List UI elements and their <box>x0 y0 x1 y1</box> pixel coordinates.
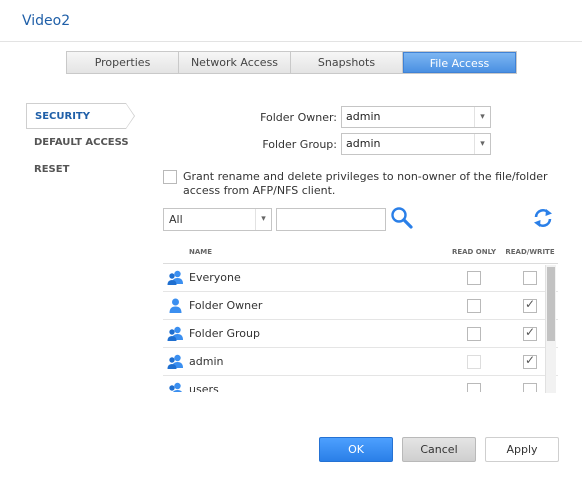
group-icon <box>163 270 189 285</box>
title-divider <box>0 41 582 42</box>
table-scrollbar[interactable] <box>545 265 556 393</box>
grant-privileges-label: Grant rename and delete privileges to no… <box>183 170 548 197</box>
filter-value: All <box>169 213 183 226</box>
row-name: admin <box>189 355 224 368</box>
read-write-checkbox[interactable] <box>523 382 537 392</box>
read-write-checkbox[interactable] <box>523 297 537 313</box>
read-write-checkbox[interactable] <box>523 270 537 285</box>
group-icon <box>163 382 189 392</box>
scrollbar-thumb[interactable] <box>547 267 555 341</box>
user-icon <box>163 298 189 313</box>
read-only-checkbox[interactable] <box>467 382 481 392</box>
table-row[interactable]: Folder Owner <box>163 292 558 320</box>
window-title: Video2 <box>22 13 71 29</box>
chevron-down-icon: ▾ <box>255 209 271 230</box>
tab-bar: Properties Network Access Snapshots File… <box>66 51 517 74</box>
folder-group-row: Folder Group: admin ▾ <box>227 133 491 155</box>
search-input[interactable] <box>276 208 386 231</box>
sidebar-item-security[interactable]: SECURITY <box>26 103 135 129</box>
folder-owner-value: admin <box>346 110 381 123</box>
folder-owner-label: Folder Owner: <box>260 110 337 124</box>
folder-group-value: admin <box>346 137 381 150</box>
apply-button[interactable]: Apply <box>485 437 559 462</box>
group-icon-graphic <box>167 326 183 341</box>
group-icon <box>163 326 189 341</box>
folder-owner-row: Folder Owner: admin ▾ <box>227 106 491 128</box>
table-row[interactable]: Folder Group <box>163 320 558 348</box>
row-name: users <box>189 383 219 392</box>
table-row[interactable]: Everyone <box>163 264 558 292</box>
sidebar: SECURITY DEFAULT ACCESS RESET <box>26 103 136 184</box>
read-write-checkbox[interactable] <box>523 325 537 341</box>
group-icon-graphic <box>169 382 182 392</box>
user-icon-graphic <box>169 298 182 313</box>
grant-privileges-option: Grant rename and delete privileges to no… <box>163 170 563 198</box>
table-header: NAME READ ONLY READ/WRITE <box>163 240 558 264</box>
read-only-cell <box>446 382 502 392</box>
chevron-down-icon: ▾ <box>474 107 490 127</box>
refresh-icon[interactable] <box>532 207 554 229</box>
row-name: Folder Owner <box>189 299 263 312</box>
chevron-down-icon: ▾ <box>474 134 490 154</box>
read-only-checkbox[interactable] <box>467 298 481 313</box>
grant-privileges-checkbox[interactable] <box>163 170 177 184</box>
sidebar-item-default-access[interactable]: DEFAULT ACCESS <box>26 130 136 156</box>
row-name: Everyone <box>189 271 241 284</box>
filter-select[interactable]: All ▾ <box>163 208 272 231</box>
column-header-read-write: READ/WRITE <box>505 247 555 256</box>
read-only-checkbox[interactable] <box>467 270 481 285</box>
tab-network-access[interactable]: Network Access <box>179 52 291 73</box>
permissions-table: NAME READ ONLY READ/WRITE Everyone Folder… <box>163 240 558 392</box>
search-icon[interactable] <box>390 206 414 230</box>
read-only-cell <box>446 326 502 341</box>
sidebar-item-reset[interactable]: RESET <box>26 157 136 183</box>
table-row[interactable]: users <box>163 376 558 392</box>
read-only-checkbox <box>467 354 481 369</box>
group-icon <box>163 354 189 369</box>
table-row[interactable]: admin <box>163 348 558 376</box>
read-only-cell <box>446 298 502 313</box>
read-only-checkbox[interactable] <box>467 326 481 341</box>
folder-group-select[interactable]: admin ▾ <box>341 133 491 155</box>
tab-properties[interactable]: Properties <box>67 52 179 73</box>
ok-button[interactable]: OK <box>319 437 393 462</box>
group-icon-graphic <box>167 354 183 369</box>
group-icon-graphic <box>167 270 183 285</box>
column-header-name: NAME <box>189 247 213 256</box>
column-header-read-only: READ ONLY <box>451 247 497 256</box>
read-only-cell <box>446 354 502 369</box>
tab-file-access[interactable]: File Access <box>403 52 516 73</box>
folder-owner-select[interactable]: admin ▾ <box>341 106 491 128</box>
folder-group-label: Folder Group: <box>262 137 337 151</box>
read-write-checkbox[interactable] <box>523 353 537 369</box>
cancel-button[interactable]: Cancel <box>402 437 476 462</box>
read-only-cell <box>446 270 502 285</box>
table-body: Everyone Folder Owner Folder Group admin use… <box>163 264 558 392</box>
row-name: Folder Group <box>189 327 260 340</box>
tab-snapshots[interactable]: Snapshots <box>291 52 403 73</box>
